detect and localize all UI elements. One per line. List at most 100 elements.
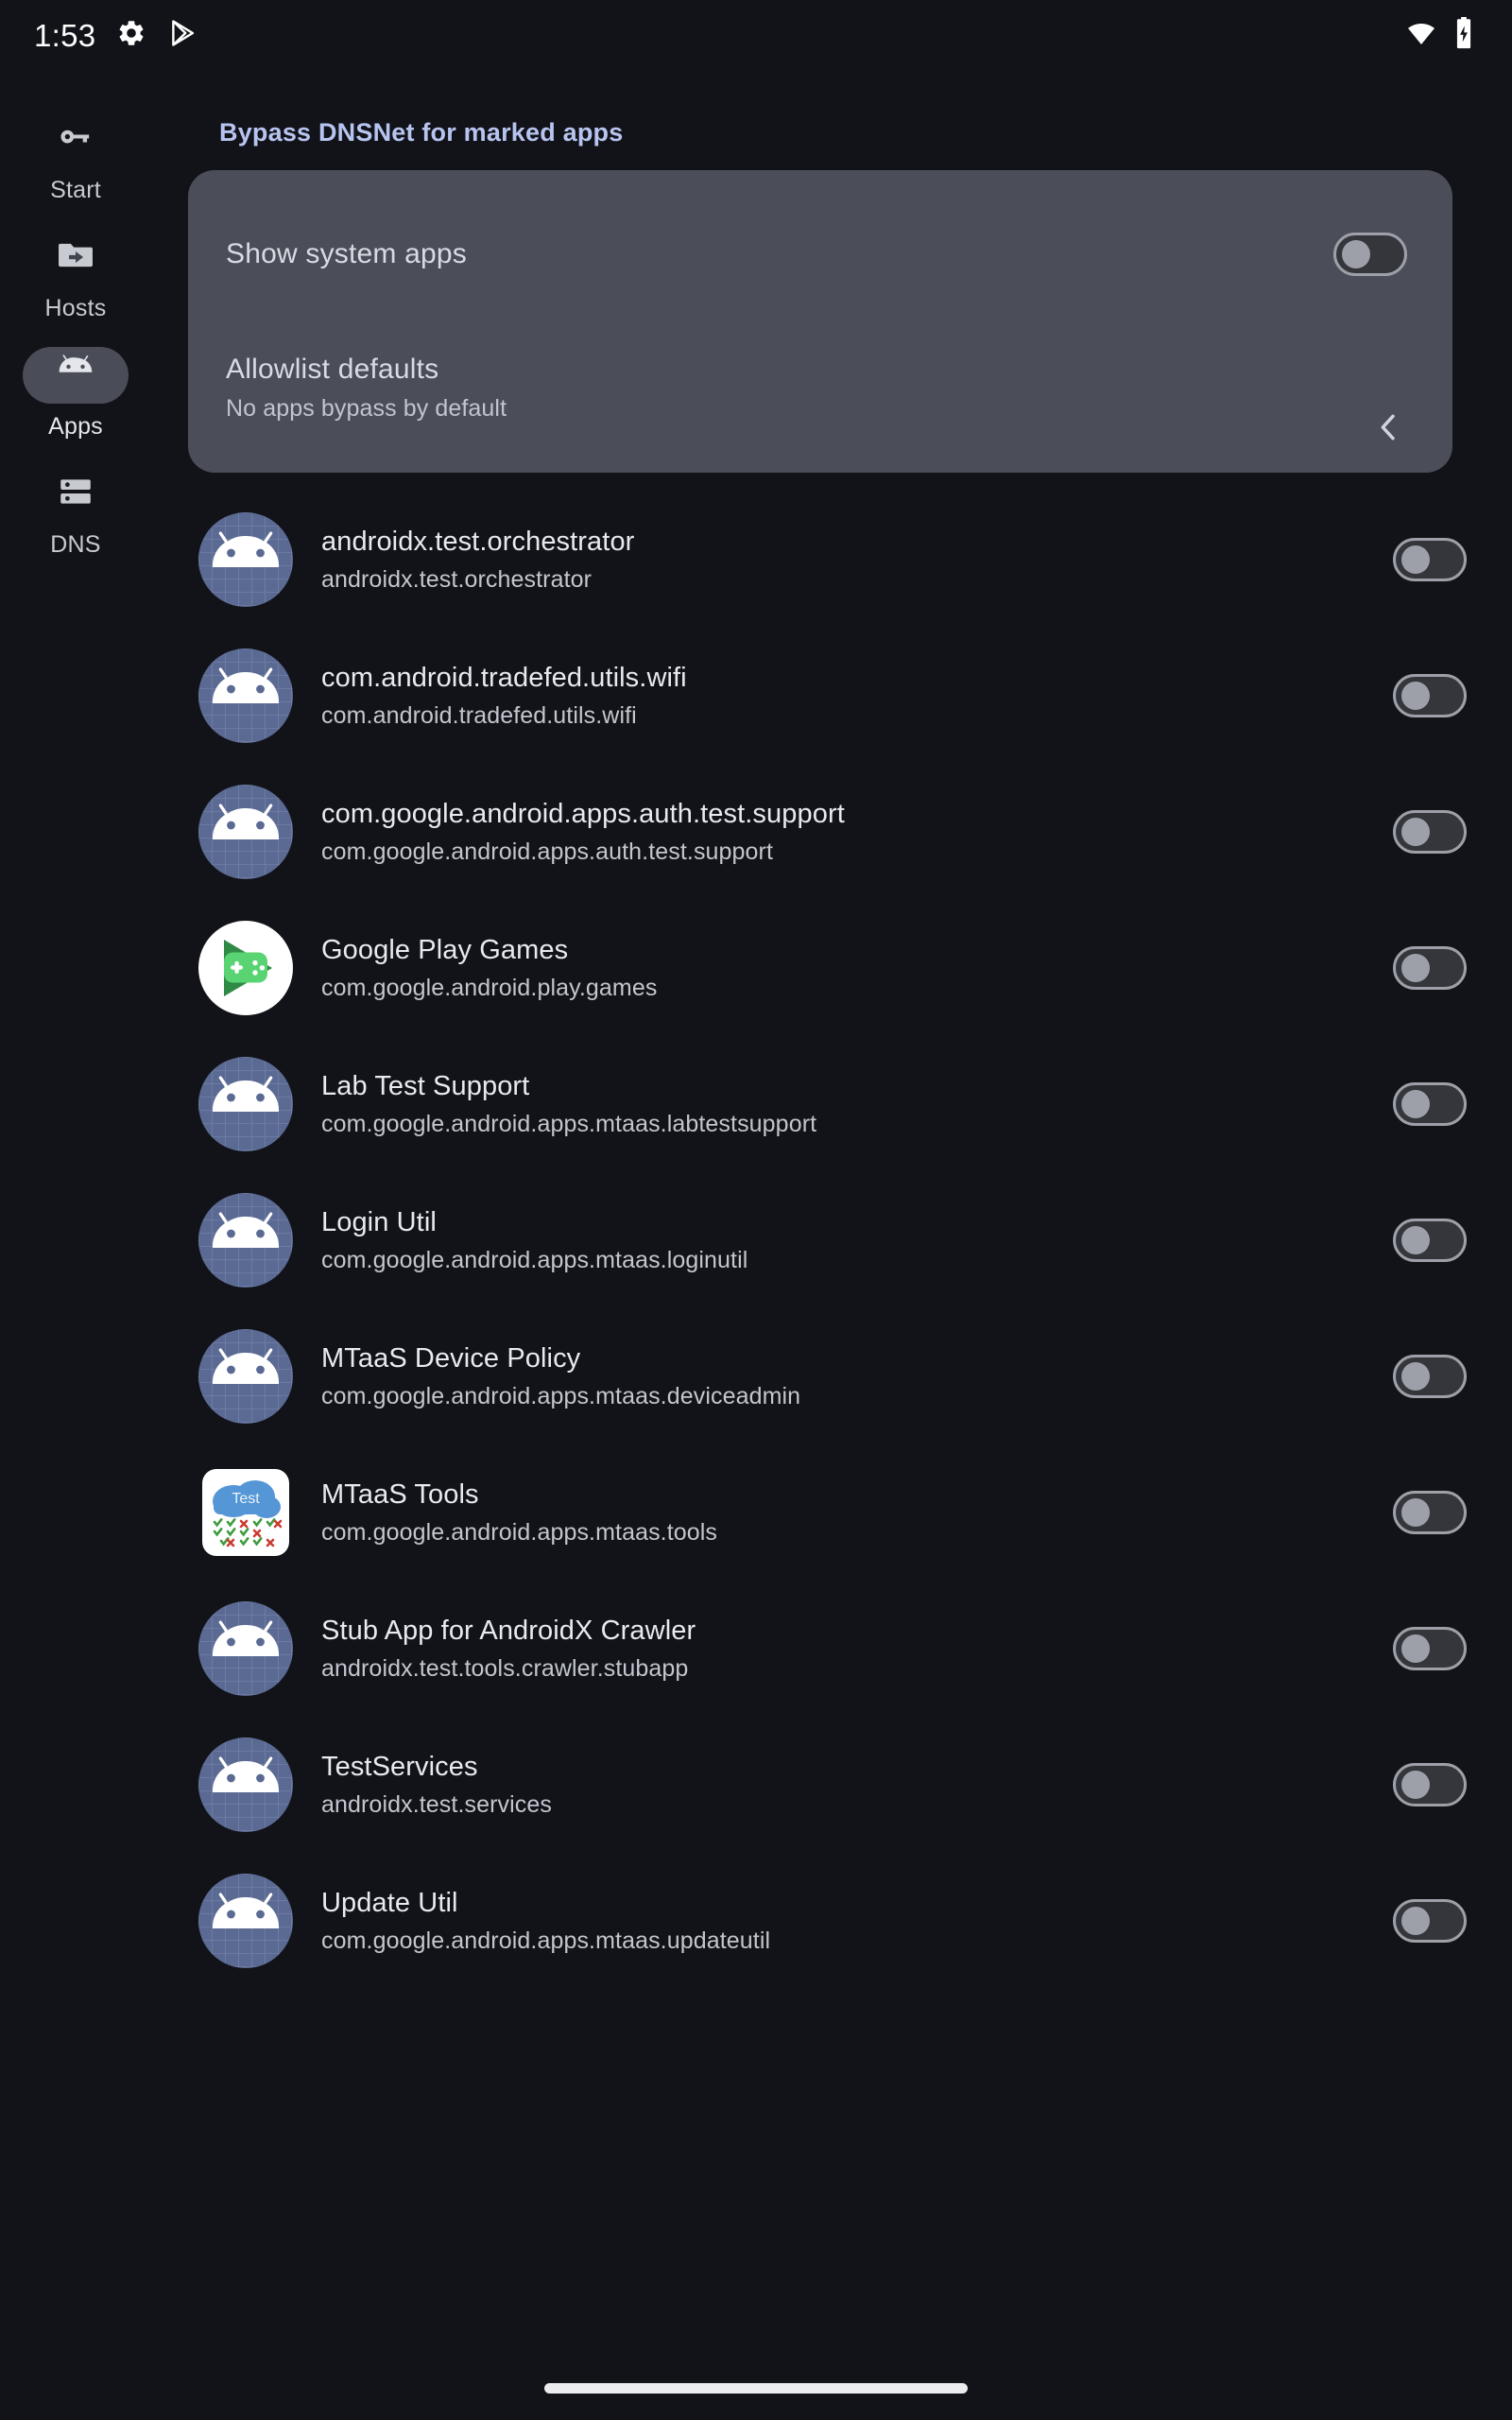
app-name: Stub App for AndroidX Crawler (321, 1615, 696, 1646)
app-package-name: com.google.android.apps.auth.test.suppor… (321, 838, 774, 865)
app-list-item-texts: Lab Test Support com.google.android.apps.… (321, 1071, 1393, 1138)
show-system-apps-toggle[interactable] (1333, 233, 1407, 276)
app-list: androidx.test.orchestrator androidx.test.… (151, 492, 1512, 1989)
app-list-item-texts: Google Play Games com.google.android.play… (321, 935, 1393, 1002)
sidebar-item-apps[interactable]: Apps (0, 347, 151, 441)
sidebar-item-start-pill (23, 111, 129, 167)
android-default-icon (198, 785, 293, 879)
app-list-item-texts: Stub App for AndroidX Crawler androidx.te… (321, 1616, 1393, 1683)
app-bypass-toggle[interactable] (1393, 946, 1467, 990)
play-store-icon (167, 17, 199, 54)
app-package-name: com.google.android.apps.mtaas.deviceadmi… (321, 1382, 801, 1409)
sidebar-item-dns-pill (23, 465, 129, 522)
app-list-item[interactable]: com.android.tradefed.utils.wifi com.andro… (151, 628, 1512, 764)
app-name: MTaaS Device Policy (321, 1342, 581, 1374)
app-name: com.android.tradefed.utils.wifi (321, 662, 687, 693)
sidebar-item-hosts-pill (23, 229, 129, 285)
app-bypass-toggle[interactable] (1393, 1219, 1467, 1262)
show-system-apps-row[interactable]: Show system apps (188, 170, 1452, 338)
app-bypass-toggle[interactable] (1393, 674, 1467, 717)
app-list-item-texts: MTaaS Device Policy com.google.android.ap… (321, 1343, 1393, 1410)
sidebar-item-dns[interactable]: DNS (0, 465, 151, 559)
app-bypass-toggle[interactable] (1393, 810, 1467, 854)
status-bar: 1:53 (0, 0, 1512, 71)
gear-icon (116, 18, 146, 53)
app-list-item[interactable]: Test MTaaS Tools com.google.android.apps.m… (151, 1444, 1512, 1581)
android-default-icon (198, 512, 293, 607)
toggle-knob (1342, 240, 1370, 268)
app-list-item[interactable]: com.google.android.apps.auth.test.suppor… (151, 764, 1512, 900)
app-name: Google Play Games (321, 934, 569, 965)
sidebar-item-dns-label: DNS (50, 531, 101, 558)
app-list-item-texts: com.google.android.apps.auth.test.suppor… (321, 799, 1393, 866)
app-name: androidx.test.orchestrator (321, 526, 635, 557)
toggle-knob (1401, 1226, 1430, 1254)
app-list-item-texts: TestServices androidx.test.services (321, 1752, 1393, 1819)
status-bar-left: 1:53 (34, 17, 199, 54)
chevron-left-icon[interactable] (1369, 408, 1407, 446)
app-list-item[interactable]: Login Util com.google.android.apps.mtaas.… (151, 1172, 1512, 1308)
show-system-apps-label: Show system apps (226, 238, 467, 269)
app-list-item[interactable]: TestServices androidx.test.services (151, 1717, 1512, 1853)
allowlist-defaults-label: Allowlist defaults (226, 354, 439, 385)
app-bypass-toggle[interactable] (1393, 1355, 1467, 1398)
app-list-item[interactable]: Update Util com.google.android.apps.mtaas… (151, 1853, 1512, 1989)
app-list-item[interactable]: androidx.test.orchestrator androidx.test.… (151, 492, 1512, 628)
toggle-knob (1401, 954, 1430, 982)
android-default-icon (198, 1874, 293, 1968)
clock: 1:53 (34, 17, 96, 53)
mtaas-tools-icon: Test (198, 1465, 293, 1560)
sidebar-item-start-label: Start (50, 177, 101, 203)
gesture-navigation-bar[interactable] (544, 2383, 968, 2394)
wifi-icon (1406, 18, 1436, 53)
app-bypass-toggle[interactable] (1393, 1082, 1467, 1126)
app-bypass-toggle[interactable] (1393, 1763, 1467, 1806)
app-package-name: com.google.android.apps.mtaas.updateutil (321, 1927, 771, 1954)
app-list-item[interactable]: Stub App for AndroidX Crawler androidx.te… (151, 1581, 1512, 1717)
sidebar-item-start[interactable]: Start (0, 111, 151, 204)
android-default-icon (198, 648, 293, 743)
app-name: Lab Test Support (321, 1070, 530, 1101)
app-name: MTaaS Tools (321, 1478, 479, 1510)
app-package-name: com.google.android.play.games (321, 974, 658, 1001)
toggle-knob (1401, 682, 1430, 710)
toggle-knob (1401, 1090, 1430, 1118)
sidebar-item-apps-label: Apps (48, 413, 103, 440)
android-default-icon (198, 1057, 293, 1151)
android-default-icon (198, 1193, 293, 1288)
allowlist-defaults-subtitle: No apps bypass by default (226, 395, 507, 422)
android-default-icon (198, 1601, 293, 1696)
app-list-item[interactable]: Google Play Games com.google.android.play… (151, 900, 1512, 1036)
app-list-item-texts: com.android.tradefed.utils.wifi com.andro… (321, 663, 1393, 730)
app-list-item[interactable]: MTaaS Device Policy com.google.android.ap… (151, 1308, 1512, 1444)
content-area: Bypass DNSNet for marked apps Show syste… (151, 71, 1512, 2420)
allowlist-defaults-row[interactable]: Allowlist defaults No apps bypass by def… (188, 338, 1452, 473)
toggle-knob (1401, 1771, 1430, 1799)
android-default-icon (198, 1329, 293, 1424)
allowlist-defaults-texts: Allowlist defaults No apps bypass by def… (226, 354, 507, 423)
app-bypass-toggle[interactable] (1393, 1627, 1467, 1670)
app-package-name: com.google.android.apps.mtaas.labtestsup… (321, 1110, 817, 1137)
app-bypass-toggle[interactable] (1393, 1491, 1467, 1534)
sidebar-item-hosts[interactable]: Hosts (0, 229, 151, 322)
app-bypass-toggle[interactable] (1393, 1899, 1467, 1943)
app-list-item-texts: MTaaS Tools com.google.android.apps.mtaas… (321, 1479, 1393, 1547)
server-icon (55, 471, 96, 517)
app-screen: 1:53 Start Hosts Apps DNS Bypass DNSNet … (0, 0, 1512, 2420)
svg-text:Test: Test (232, 1491, 260, 1507)
settings-card: Show system apps Allowlist defaults No a… (188, 170, 1452, 473)
app-package-name: com.android.tradefed.utils.wifi (321, 701, 637, 729)
app-package-name: com.google.android.apps.mtaas.loginutil (321, 1246, 748, 1273)
sidebar-item-hosts-label: Hosts (44, 295, 107, 321)
navigation-rail: Start Hosts Apps DNS (0, 71, 151, 2420)
app-name: Login Util (321, 1206, 437, 1237)
folder-arrow-icon (55, 234, 96, 281)
show-system-apps-texts: Show system apps (226, 238, 467, 270)
toggle-knob (1401, 1907, 1430, 1935)
app-name: Update Util (321, 1887, 458, 1918)
android-robot-icon (52, 350, 99, 402)
sidebar-item-apps-pill (23, 347, 129, 404)
app-list-item[interactable]: Lab Test Support com.google.android.apps.… (151, 1036, 1512, 1172)
toggle-knob (1401, 818, 1430, 846)
app-bypass-toggle[interactable] (1393, 538, 1467, 581)
